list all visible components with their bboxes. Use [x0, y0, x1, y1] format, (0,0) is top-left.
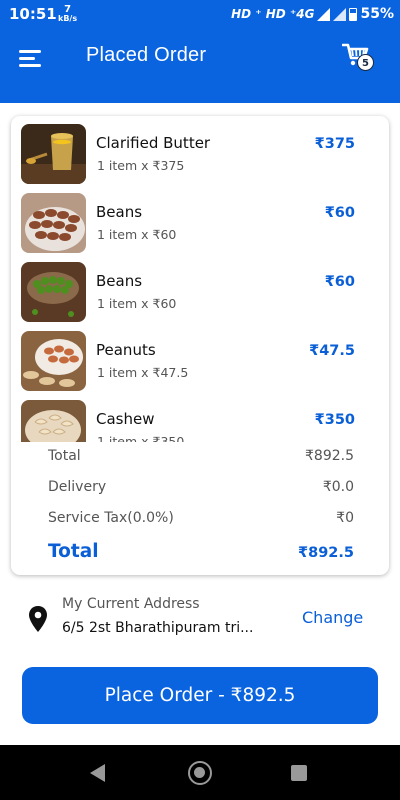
network-speed: 7 kB/s: [58, 4, 77, 23]
item-name: Clarified Butter: [96, 134, 211, 152]
item-quantity: 1 item x ₹60: [97, 296, 177, 311]
item-name: Cashew: [96, 410, 155, 428]
item-price: ₹375: [314, 136, 355, 152]
item-name: Peanuts: [96, 341, 156, 359]
item-quantity: 1 item x ₹47.5: [97, 365, 189, 380]
change-address-button[interactable]: Change: [302, 608, 363, 627]
back-triangle-icon[interactable]: [89, 763, 107, 783]
order-item[interactable]: Cashew 1 item x ₹350 ₹350: [11, 400, 389, 442]
item-quantity: 1 item x ₹350: [97, 434, 185, 442]
status-bar: 10:51 7 kB/s HD ⁺ HD ⁺4G 55%: [0, 0, 400, 30]
address-label: My Current Address: [62, 596, 200, 612]
item-price: ₹350: [314, 412, 355, 428]
hamburger-menu-icon[interactable]: [19, 49, 43, 67]
app-bar: Placed Order 5: [0, 30, 400, 103]
clarified-butter-image: [21, 124, 86, 184]
green-beans-image: [21, 262, 86, 322]
subtotal-label: Total: [48, 448, 81, 464]
subtotal-value: ₹892.5: [305, 448, 354, 464]
grand-total-label: Total: [48, 541, 99, 562]
network-speed-unit: kB/s: [58, 14, 78, 23]
place-order-button[interactable]: Place Order - ₹892.5: [22, 667, 378, 724]
order-item[interactable]: Clarified Butter 1 item x ₹375 ₹375: [11, 124, 389, 188]
item-quantity: 1 item x ₹375: [97, 158, 185, 173]
order-item[interactable]: Peanuts 1 item x ₹47.5 ₹47.5: [11, 331, 389, 395]
address-value: 6/5 2st Bharathipuram tri...: [62, 620, 254, 636]
beans-image: [21, 193, 86, 253]
home-circle-icon[interactable]: [188, 761, 212, 785]
cart-count-badge: 5: [357, 54, 374, 71]
item-price: ₹60: [324, 205, 355, 221]
status-time: 10:51: [9, 5, 57, 23]
delivery-address: My Current Address 6/5 2st Bharathipuram…: [0, 590, 400, 650]
battery-icon: [349, 7, 358, 21]
item-price: ₹60: [324, 274, 355, 290]
order-item[interactable]: Beans 1 item x ₹60 ₹60: [11, 193, 389, 257]
delivery-value: ₹0.0: [322, 479, 354, 495]
order-summary-card: Clarified Butter 1 item x ₹375 ₹375 Bean…: [11, 116, 389, 575]
system-nav-bar: [0, 745, 400, 800]
order-item[interactable]: Beans 1 item x ₹60 ₹60: [11, 262, 389, 326]
order-items-list[interactable]: Clarified Butter 1 item x ₹375 ₹375 Bean…: [11, 116, 389, 442]
signal-icon: [317, 7, 331, 21]
network-indicator: HD ⁺ HD ⁺4G: [231, 7, 315, 21]
recent-apps-square-icon[interactable]: [291, 765, 307, 781]
service-tax-value: ₹0: [336, 510, 354, 526]
status-indicators: HD ⁺ HD ⁺4G 55%: [231, 6, 394, 22]
grand-total-value: ₹892.5: [298, 545, 354, 561]
peanuts-image: [21, 331, 86, 391]
signal-icon-2: [333, 7, 347, 21]
item-name: Beans: [96, 203, 143, 221]
service-tax-label: Service Tax(0.0%): [48, 510, 174, 526]
item-price: ₹47.5: [309, 343, 355, 359]
delivery-label: Delivery: [48, 479, 107, 495]
location-pin-icon: [29, 606, 47, 632]
cashew-image: [21, 400, 86, 442]
cart-button[interactable]: 5: [342, 42, 376, 74]
item-name: Beans: [96, 272, 143, 290]
page-title: Placed Order: [86, 44, 207, 66]
item-quantity: 1 item x ₹60: [97, 227, 177, 242]
battery-level: 55%: [360, 6, 394, 22]
